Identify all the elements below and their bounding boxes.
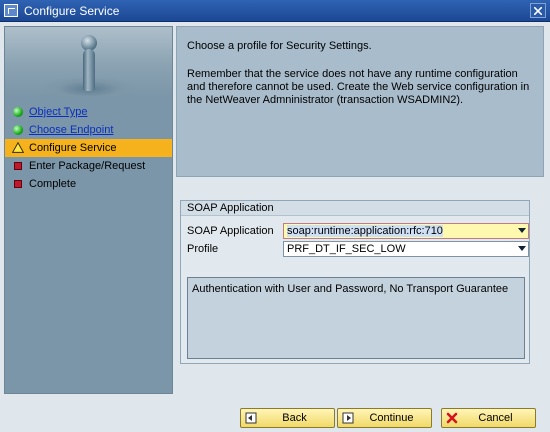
warning-triangle-icon bbox=[12, 142, 24, 153]
cancel-x-icon bbox=[446, 412, 458, 424]
info-message-panel: Choose a profile for Security Settings. … bbox=[176, 26, 544, 177]
soap-application-row: SOAP Application soap:runtime:applicatio… bbox=[187, 223, 531, 239]
step-choose-endpoint[interactable]: Choose Endpoint bbox=[5, 121, 172, 139]
step-label-configure-service: Configure Service bbox=[29, 142, 117, 154]
step-pending-icon bbox=[14, 180, 22, 188]
cancel-button[interactable]: Cancel bbox=[441, 408, 536, 428]
back-button[interactable]: Back bbox=[240, 408, 335, 428]
cancel-button-label: Cancel bbox=[478, 412, 513, 424]
window-title: Configure Service bbox=[24, 4, 120, 18]
step-label-complete: Complete bbox=[29, 178, 77, 190]
back-icon bbox=[245, 412, 257, 424]
soap-application-label: SOAP Application bbox=[187, 225, 274, 237]
step-configure-service: Configure Service bbox=[5, 139, 172, 157]
chevron-down-icon[interactable] bbox=[518, 246, 526, 251]
step-enter-package: Enter Package/Request bbox=[5, 157, 172, 175]
step-object-type[interactable]: Object Type bbox=[5, 103, 172, 121]
water-splash-icon bbox=[83, 49, 95, 91]
back-button-label: Back bbox=[282, 412, 307, 424]
title-bar: Configure Service bbox=[0, 0, 550, 22]
window-icon bbox=[4, 4, 18, 17]
soap-application-dropdown[interactable]: soap:runtime:application:rfc:710 bbox=[283, 223, 529, 239]
continue-button-label: Continue bbox=[369, 412, 414, 424]
chevron-down-icon[interactable] bbox=[518, 228, 526, 233]
soap-application-group: SOAP Application SOAP Application soap:r… bbox=[180, 200, 530, 364]
wizard-steps-panel: Object Type Choose Endpoint Configure Se… bbox=[4, 26, 173, 394]
continue-button[interactable]: Continue bbox=[337, 408, 432, 428]
step-done-icon bbox=[13, 107, 23, 117]
profile-description-box: Authentication with User and Password, N… bbox=[187, 277, 525, 359]
dialog-content: Object Type Choose Endpoint Configure Se… bbox=[0, 22, 550, 402]
profile-value: PRF_DT_IF_SEC_LOW bbox=[287, 243, 406, 255]
step-done-icon bbox=[13, 125, 23, 135]
profile-label: Profile bbox=[187, 243, 219, 255]
step-complete: Complete bbox=[5, 175, 172, 193]
continue-icon bbox=[342, 412, 354, 424]
step-list: Object Type Choose Endpoint Configure Se… bbox=[5, 103, 172, 193]
step-link-object-type[interactable]: Object Type bbox=[29, 106, 88, 118]
group-title: SOAP Application bbox=[181, 201, 529, 216]
soap-application-value: soap:runtime:application:rfc:710 bbox=[287, 225, 443, 237]
profile-row: Profile PRF_DT_IF_SEC_LOW bbox=[187, 241, 531, 257]
info-text-runtime: Remember that the service does not have … bbox=[187, 68, 530, 106]
button-bar: Back Continue Cancel bbox=[0, 402, 550, 432]
close-icon[interactable] bbox=[530, 3, 546, 18]
step-link-choose-endpoint[interactable]: Choose Endpoint bbox=[29, 124, 113, 136]
step-pending-icon bbox=[14, 162, 22, 170]
step-label-enter-package: Enter Package/Request bbox=[29, 160, 146, 172]
info-text-profile: Choose a profile for Security Settings. bbox=[187, 40, 372, 52]
profile-description: Authentication with User and Password, N… bbox=[192, 283, 509, 295]
profile-dropdown[interactable]: PRF_DT_IF_SEC_LOW bbox=[283, 241, 529, 257]
